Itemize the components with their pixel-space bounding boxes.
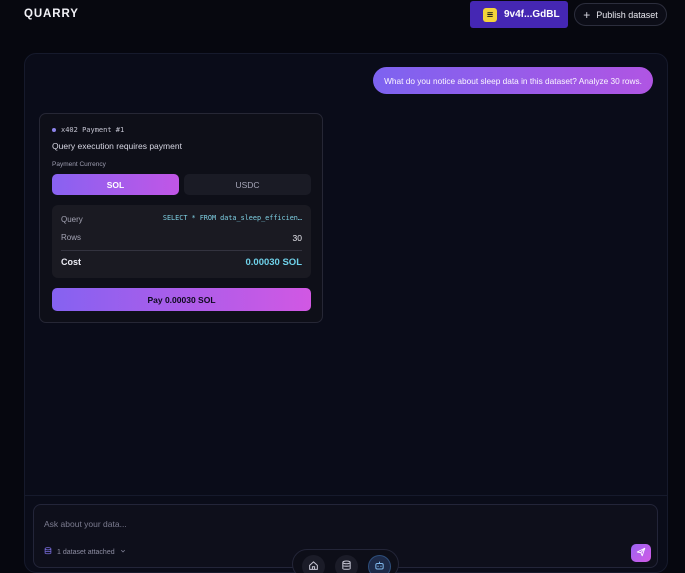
payment-description: Query execution requires payment <box>52 141 182 151</box>
rows-value: 30 <box>292 233 302 243</box>
status-dot-icon <box>52 128 56 132</box>
payment-tag-label: x402 Payment #1 <box>61 126 125 134</box>
nav-datasets[interactable] <box>335 555 358 573</box>
rows-label: Rows <box>61 233 82 242</box>
nav-home[interactable] <box>302 555 325 573</box>
database-icon <box>341 558 352 573</box>
attached-label: 1 dataset attached <box>57 548 115 556</box>
send-button[interactable] <box>631 544 651 562</box>
cost-label: Cost <box>61 257 81 267</box>
send-icon <box>636 544 646 562</box>
home-icon <box>308 558 319 573</box>
publish-dataset-button[interactable]: + Publish dataset <box>574 3 667 26</box>
payment-currency-label: Payment Currency <box>52 161 106 168</box>
attached-datasets[interactable]: 1 dataset attached <box>44 547 126 557</box>
chat-input[interactable] <box>44 519 604 529</box>
summary-divider <box>61 250 302 251</box>
payment-summary: Query SELECT * FROM data_sleep_efficien…… <box>52 205 311 278</box>
app-logo[interactable]: QUARRY <box>24 8 79 20</box>
plus-icon: + <box>583 7 591 22</box>
wallet-address: 9v4f...GdBL <box>504 9 560 20</box>
input-divider <box>24 495 668 496</box>
user-message-text: What do you notice about sleep data in t… <box>384 75 642 86</box>
wallet-button[interactable]: 9v4f...GdBL <box>470 1 568 28</box>
app-header: QUARRY 9v4f...GdBL + Publish dataset <box>0 0 685 30</box>
chevron-down-icon <box>120 548 126 556</box>
database-icon <box>44 547 52 557</box>
currency-option-usdc[interactable]: USDC <box>184 174 311 195</box>
nav-agent[interactable] <box>368 555 391 573</box>
publish-dataset-label: Publish dataset <box>596 9 658 20</box>
pay-button[interactable]: Pay 0.00030 SOL <box>52 288 311 311</box>
payment-card: x402 Payment #1 Query execution requires… <box>39 113 323 323</box>
currency-option-sol[interactable]: SOL <box>52 174 179 195</box>
query-value: SELECT * FROM data_sleep_efficien… <box>162 214 302 222</box>
bottom-nav <box>292 549 399 573</box>
solana-icon <box>483 7 497 22</box>
bot-icon <box>374 558 385 573</box>
cost-value: 0.00030 SOL <box>245 257 302 268</box>
user-message-bubble: What do you notice about sleep data in t… <box>373 67 653 94</box>
query-label: Query <box>61 215 83 224</box>
payment-tag: x402 Payment #1 <box>52 126 124 134</box>
